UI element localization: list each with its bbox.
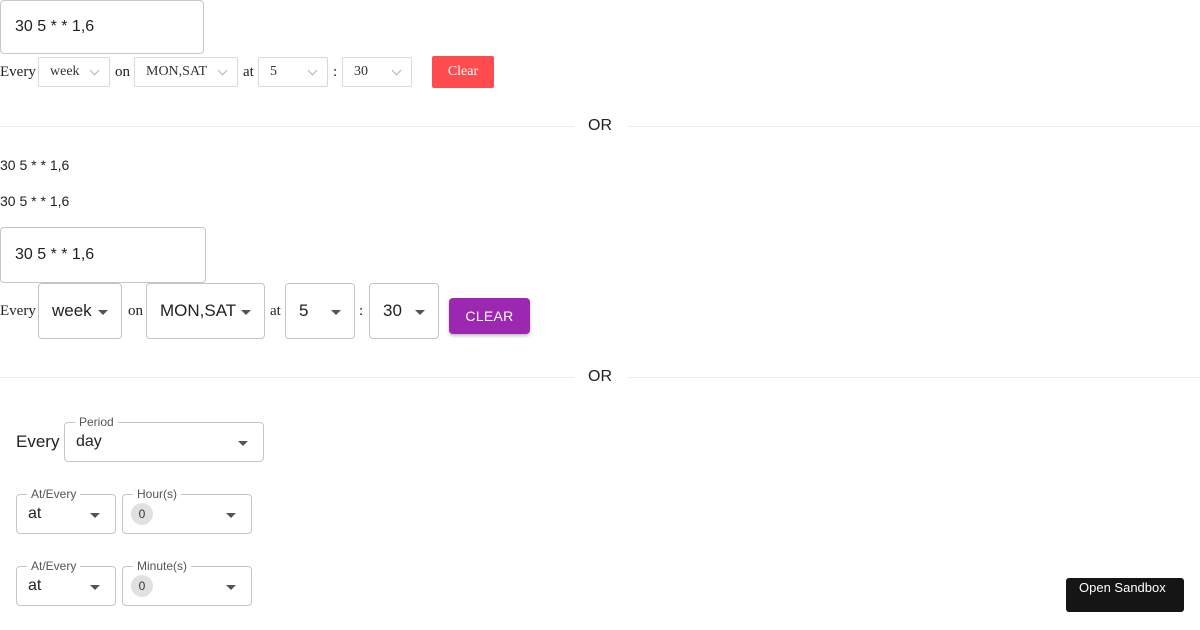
hours-select[interactable]: Hour(s) 0: [122, 487, 252, 534]
minute-select-3[interactable]: 30: [369, 283, 439, 339]
divider-line: [628, 377, 1200, 378]
chevron-down-icon: [391, 65, 402, 76]
every-label-3: Every: [0, 303, 36, 319]
dropdown-arrow-icon: [226, 513, 236, 518]
at-label-1: at: [243, 64, 254, 80]
weekdays-select-3[interactable]: MON,SAT: [146, 283, 265, 339]
minute-value-1: 30: [354, 64, 368, 79]
hour-value-3: 5: [299, 301, 309, 320]
dropdown-arrow-icon: [90, 513, 100, 518]
hour-select-3[interactable]: 5: [285, 283, 355, 339]
cron-text-2: 30 5 * * 1,6: [0, 193, 70, 209]
weekdays-select-1[interactable]: MON,SAT: [134, 57, 238, 87]
dropdown-arrow-icon: [331, 310, 341, 315]
minutes-select[interactable]: Minute(s) 0: [122, 559, 252, 606]
hours-mode-value: at: [28, 505, 42, 522]
chevron-down-icon: [217, 65, 228, 76]
minute-select-1[interactable]: 30: [342, 57, 412, 87]
hour-select-1[interactable]: 5: [258, 57, 328, 87]
cron-input-1[interactable]: [0, 0, 204, 54]
dropdown-arrow-icon: [415, 310, 425, 315]
colon-1: :: [333, 64, 338, 80]
dropdown-arrow-icon: [226, 585, 236, 590]
chevron-down-icon: [307, 65, 318, 76]
divider-line: [628, 126, 1200, 127]
period-select-4[interactable]: Period day: [64, 415, 264, 462]
dropdown-arrow-icon: [90, 585, 100, 590]
period-select-3[interactable]: week: [38, 283, 122, 339]
dropdown-arrow-icon: [98, 310, 108, 315]
period-value-1: week: [50, 64, 80, 79]
chevron-down-icon: [89, 65, 100, 76]
colon-3: :: [359, 303, 364, 319]
on-label-1: on: [115, 64, 130, 80]
on-label-3: on: [128, 303, 143, 319]
hour-value-1: 5: [270, 64, 277, 79]
or-divider-label: OR: [588, 117, 612, 134]
hours-field-label: Hour(s): [133, 487, 182, 501]
at-label-3: at: [270, 303, 281, 319]
divider-line: [0, 126, 574, 127]
minute-value-3: 30: [383, 301, 402, 320]
period-value-4: day: [76, 433, 102, 450]
every-label-4: Every: [16, 432, 60, 451]
dropdown-arrow-icon: [241, 310, 251, 315]
dropdown-arrow-icon: [238, 441, 248, 446]
or-divider-label: OR: [588, 368, 612, 385]
hour-chip: 0: [131, 503, 153, 525]
weekdays-value-1: MON,SAT: [146, 64, 208, 79]
clear-button-1[interactable]: Clear: [432, 56, 494, 88]
minutes-field-label: Minute(s): [133, 559, 192, 573]
hours-mode-select[interactable]: At/Every at: [16, 487, 116, 534]
divider-line: [0, 377, 574, 378]
minutes-mode-select[interactable]: At/Every at: [16, 559, 116, 606]
minutes-mode-value: at: [28, 577, 42, 594]
period-select-1[interactable]: week: [38, 57, 110, 87]
weekdays-value-3: MON,SAT: [160, 301, 237, 320]
cron-input-3[interactable]: [0, 227, 206, 283]
minute-chip: 0: [131, 575, 153, 597]
cron-text-1: 30 5 * * 1,6: [0, 157, 70, 173]
clear-button-3[interactable]: CLEAR: [449, 298, 530, 334]
every-label-1: Every: [0, 64, 36, 80]
open-sandbox-button[interactable]: Open Sandbox: [1066, 578, 1184, 612]
period-value-3: week: [52, 301, 92, 320]
